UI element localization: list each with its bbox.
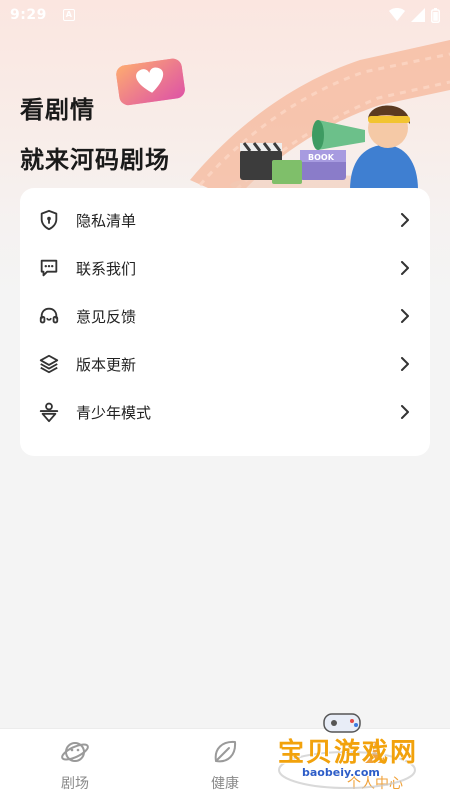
heart-badge	[116, 58, 185, 106]
menu-item-label: 隐私清单	[76, 211, 137, 230]
menu-item-version-update[interactable]: 版本更新	[20, 340, 430, 388]
menu-item-contact-us[interactable]: 联系我们	[20, 244, 430, 292]
menu-item-label: 意见反馈	[76, 307, 137, 326]
status-bar: 9:29 A	[0, 0, 450, 30]
status-time: 9:29	[10, 7, 47, 23]
chevron-right-icon	[398, 261, 412, 275]
menu-item-privacy-list[interactable]: 隐私清单	[20, 196, 430, 244]
battery-icon	[431, 7, 440, 23]
book-icon: BOOK	[300, 150, 346, 180]
youth-mode-icon	[36, 399, 62, 425]
status-icons	[389, 7, 440, 23]
tab-label: 剧场	[61, 776, 89, 792]
tab-profile[interactable]: 个人中心	[300, 729, 450, 800]
chat-bubble-icon	[36, 255, 62, 281]
chevron-right-icon	[398, 357, 412, 371]
leaf-icon	[210, 737, 240, 767]
chevron-right-icon	[398, 213, 412, 227]
signal-icon	[411, 8, 425, 22]
tab-label: 个人中心	[347, 776, 403, 792]
app-notification-icon: A	[62, 9, 75, 21]
person-icon	[360, 737, 390, 767]
chevron-right-icon	[398, 309, 412, 323]
layers-icon	[36, 351, 62, 377]
tab-health[interactable]: 健康	[150, 729, 300, 800]
menu-item-label: 联系我们	[76, 259, 137, 278]
tab-label: 健康	[211, 776, 239, 792]
tab-theater[interactable]: 剧场	[0, 729, 150, 800]
planet-icon	[60, 737, 90, 767]
shield-keyhole-icon	[36, 207, 62, 233]
menu-item-youth-mode[interactable]: 青少年模式	[20, 388, 430, 436]
menu-item-label: 青少年模式	[76, 403, 152, 422]
bottom-tab-bar: 剧场 健康 个人中心	[0, 728, 450, 800]
settings-menu-card: 隐私清单 联系我们 意见反馈 版本更新 青少年模式	[20, 188, 430, 456]
menu-item-label: 版本更新	[76, 355, 137, 374]
wifi-icon	[389, 8, 405, 21]
headset-icon	[36, 303, 62, 329]
menu-item-feedback[interactable]: 意见反馈	[20, 292, 430, 340]
hero-title-line2: 就来河码剧场	[20, 146, 170, 174]
book-label: BOOK	[308, 153, 335, 162]
chevron-right-icon	[398, 405, 412, 419]
hero-title-line1: 看剧情	[20, 96, 95, 124]
